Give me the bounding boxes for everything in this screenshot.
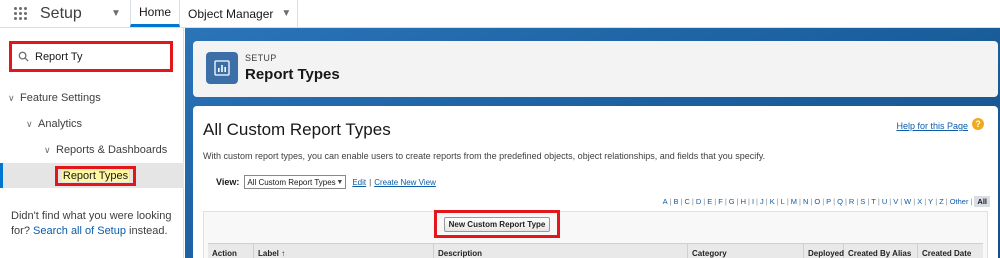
search-all-setup-link[interactable]: Search all of Setup xyxy=(33,225,126,237)
tab-object-manager-label: Object Manager xyxy=(188,6,274,21)
alpha-filter-v[interactable]: V xyxy=(891,197,900,206)
alpha-filter-d[interactable]: D xyxy=(694,197,703,206)
alpha-filter-o[interactable]: O xyxy=(812,197,822,206)
column-header-category[interactable]: Category xyxy=(688,244,804,258)
alpha-filter: A | B | C | D | E | F | G | H | I | J | K | L | M | N | O | P | Q | R | S | T |… xyxy=(661,196,990,207)
alpha-filter-p[interactable]: P xyxy=(824,197,833,206)
quick-find-input[interactable] xyxy=(35,50,155,63)
main-content: SETUP Report Types All Custom Report Typ… xyxy=(185,28,1000,258)
list-heading: All Custom Report Types xyxy=(203,120,391,139)
alpha-filter-r[interactable]: R xyxy=(847,197,856,206)
new-custom-report-type-button[interactable]: New Custom Report Type xyxy=(443,216,551,232)
search-icon xyxy=(18,51,29,62)
column-header-created-date[interactable]: Created Date xyxy=(918,244,983,258)
tree-item-label: Reports & Dashboards xyxy=(56,144,168,156)
report-types-list: New Custom Report Type Action Label ↑ De… xyxy=(203,210,988,258)
alpha-filter-c[interactable]: C xyxy=(683,197,692,206)
global-nav: Setup ▼ Home Object Manager ▼ xyxy=(0,0,1000,28)
chevron-down-icon[interactable]: ▼ xyxy=(281,8,291,19)
chevron-down-icon[interactable]: ∨ xyxy=(44,145,56,156)
separator: | xyxy=(369,177,372,187)
alpha-filter-z[interactable]: Z xyxy=(937,197,946,206)
not-found-suffix: instead. xyxy=(129,225,168,237)
quick-find-box xyxy=(9,41,173,72)
alpha-filter-q[interactable]: Q xyxy=(835,197,845,206)
new-button-highlight: New Custom Report Type xyxy=(434,210,560,238)
alpha-filter-j[interactable]: J xyxy=(758,197,766,206)
report-icon xyxy=(206,52,238,84)
alpha-filter-g[interactable]: G xyxy=(727,197,737,206)
alpha-filter-m[interactable]: M xyxy=(789,197,799,206)
tab-home-label: Home xyxy=(139,5,172,19)
view-selector-row: View: All Custom Report Types ▼ Edit | Cre… xyxy=(216,175,436,189)
alpha-filter-b[interactable]: B xyxy=(672,197,681,206)
setup-sidebar: ∨ Feature Settings ∨ Analytics ∨ Reports… xyxy=(0,28,184,258)
tree-item-label: Report Types xyxy=(61,170,130,182)
view-select[interactable]: All Custom Report Types ▼ xyxy=(244,175,347,189)
alpha-filter-y[interactable]: Y xyxy=(926,197,935,206)
table-header: Action Label ↑ Description Category Depl… xyxy=(208,243,983,258)
tree-item-label: Feature Settings xyxy=(20,92,101,104)
chevron-down-icon[interactable]: ▼ xyxy=(102,0,130,27)
column-header-deployed[interactable]: Deployed xyxy=(804,244,844,258)
column-header-label[interactable]: Label ↑ xyxy=(254,244,434,258)
app-name: Setup xyxy=(40,4,82,22)
tree-item-label: Analytics xyxy=(38,118,83,130)
view-links: Edit | Create New View xyxy=(352,178,436,187)
not-found-message: Didn't find what you were looking for? S… xyxy=(11,209,176,239)
tree-item-feature-settings[interactable]: ∨ Feature Settings xyxy=(8,92,101,104)
view-select-value: All Custom Report Types xyxy=(247,177,336,187)
separator: | xyxy=(970,197,973,206)
column-header-description[interactable]: Description xyxy=(434,244,688,258)
alpha-filter-k[interactable]: K xyxy=(768,197,777,206)
alpha-filter-e[interactable]: E xyxy=(705,197,714,206)
alpha-filter-u[interactable]: U xyxy=(880,197,889,206)
tree-item-analytics[interactable]: ∨ Analytics xyxy=(26,118,82,130)
alpha-filter-x[interactable]: X xyxy=(915,197,924,206)
column-header-created-by[interactable]: Created By Alias xyxy=(844,244,918,258)
tab-object-manager[interactable]: Object Manager ▼ xyxy=(180,0,299,27)
column-header-action: Action xyxy=(208,244,254,258)
intro-text: With custom report types, you can enable… xyxy=(203,151,766,161)
alpha-filter-t[interactable]: T xyxy=(869,197,878,206)
alpha-filter-h[interactable]: H xyxy=(739,197,748,206)
create-new-view-link[interactable]: Create New View xyxy=(374,178,436,187)
alpha-filter-l[interactable]: L xyxy=(779,197,787,206)
chevron-down-icon: ▼ xyxy=(336,178,344,186)
page-header: SETUP Report Types xyxy=(193,41,998,97)
chevron-down-icon[interactable]: ∨ xyxy=(26,119,38,130)
alpha-filter-f[interactable]: F xyxy=(716,197,725,206)
content-panel: All Custom Report Types Help for this Pa… xyxy=(193,106,998,258)
help-icon[interactable]: ? xyxy=(972,118,984,130)
alpha-filter-w[interactable]: W xyxy=(902,197,913,206)
tab-home[interactable]: Home xyxy=(130,0,181,27)
chevron-down-icon[interactable]: ∨ xyxy=(8,93,20,104)
view-label: View: xyxy=(216,177,240,187)
alpha-filter-s[interactable]: S xyxy=(858,197,867,206)
app-launcher-button[interactable] xyxy=(0,0,40,27)
alpha-filter-n[interactable]: N xyxy=(801,197,810,206)
alpha-filter-other[interactable]: Other xyxy=(948,197,971,206)
alpha-filter-a[interactable]: A xyxy=(661,197,670,206)
tree-item-reports-dashboards[interactable]: ∨ Reports & Dashboards xyxy=(44,144,167,156)
page-title: Report Types xyxy=(245,66,340,83)
edit-view-link[interactable]: Edit xyxy=(352,178,366,187)
app-launcher-icon xyxy=(13,7,27,20)
help-link[interactable]: Help for this Page xyxy=(896,121,968,131)
tree-item-report-types[interactable]: Report Types xyxy=(55,166,136,186)
alpha-filter-all[interactable]: All xyxy=(974,196,990,207)
page-eyebrow: SETUP xyxy=(245,53,277,63)
